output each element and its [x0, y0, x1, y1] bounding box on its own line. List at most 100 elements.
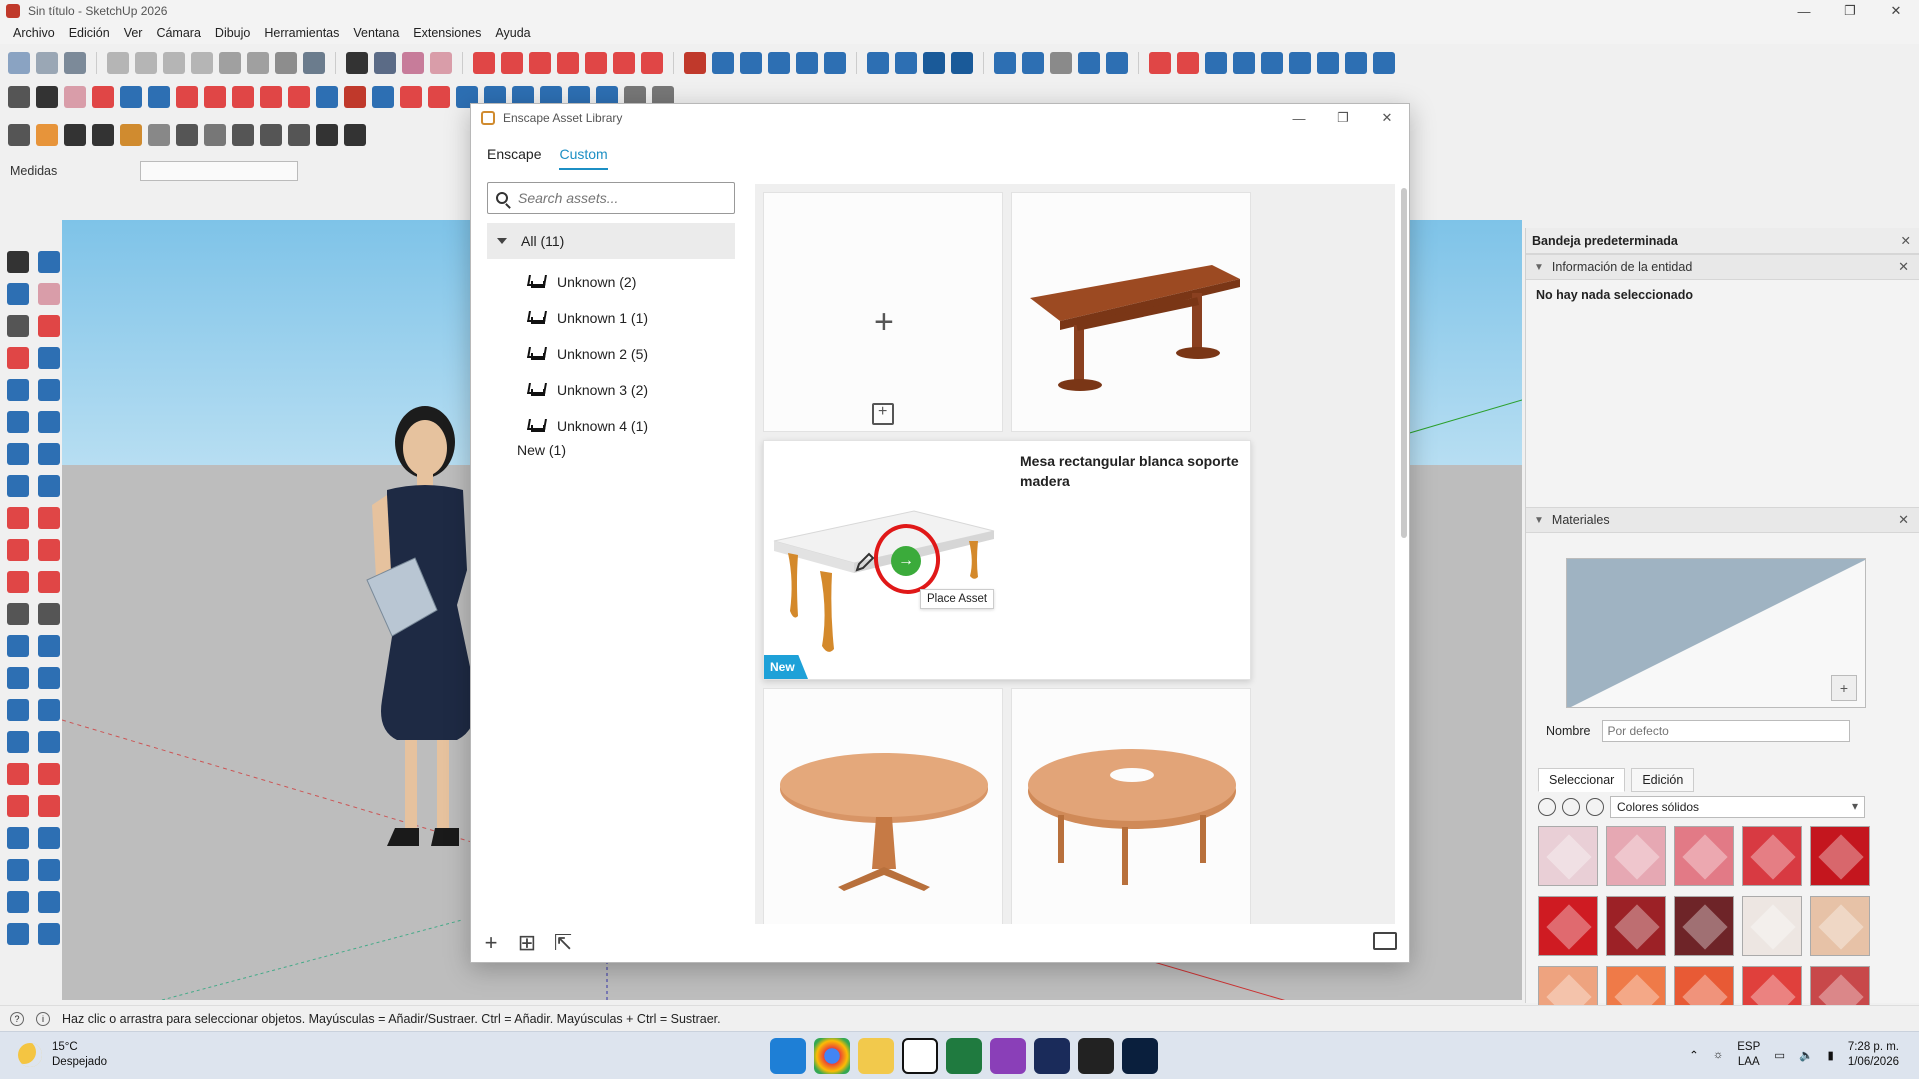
flip-icon[interactable]: [641, 52, 663, 74]
dialog-minimize-button[interactable]: —: [1277, 104, 1321, 132]
scrollbar-thumb[interactable]: [1401, 188, 1407, 538]
tool-arc[interactable]: [2, 438, 33, 470]
material-library-select[interactable]: Colores sólidos: [1610, 796, 1865, 818]
section-plane-icon[interactable]: [994, 52, 1016, 74]
tool-tag[interactable]: [33, 310, 64, 342]
tool-freehand[interactable]: [33, 342, 64, 374]
geo-location-icon[interactable]: ?: [10, 1011, 24, 1026]
chrome-icon[interactable]: [814, 1038, 850, 1074]
menu-herramientas[interactable]: Herramientas: [257, 26, 346, 40]
erase-icon[interactable]: [191, 52, 213, 74]
move-icon[interactable]: [473, 52, 495, 74]
zoom-icon[interactable]: [923, 52, 945, 74]
asset-card[interactable]: [1011, 192, 1251, 432]
3d-text-icon[interactable]: [824, 52, 846, 74]
tool-dimension[interactable]: [33, 598, 64, 630]
menu-edicion[interactable]: Edición: [62, 26, 117, 40]
spreadsheet-icon[interactable]: [946, 1038, 982, 1074]
eraser-tool-icon[interactable]: [64, 86, 86, 108]
scale-tool-icon[interactable]: [288, 86, 310, 108]
tool-circle[interactable]: [2, 406, 33, 438]
cloud-icon[interactable]: [204, 124, 226, 146]
enscape-settings-icon[interactable]: [120, 124, 142, 146]
collapse-triangle-icon[interactable]: [497, 238, 507, 244]
walk-tool-icon[interactable]: [428, 86, 450, 108]
protractor-icon[interactable]: [740, 52, 762, 74]
paint-bucket-icon[interactable]: [402, 52, 424, 74]
polygon-icon[interactable]: [1289, 52, 1311, 74]
open-file-icon[interactable]: [36, 52, 58, 74]
brightness-icon[interactable]: ☼: [1713, 1049, 1724, 1061]
section-fill-icon[interactable]: [1022, 52, 1044, 74]
extension-warehouse-icon[interactable]: [8, 124, 30, 146]
select-tool-icon[interactable]: [346, 52, 368, 74]
category-all[interactable]: All (11): [487, 223, 735, 259]
material-swatch[interactable]: [1742, 826, 1802, 886]
tool-offset[interactable]: [33, 566, 64, 598]
tool-3pt-arc[interactable]: [2, 470, 33, 502]
text-icon[interactable]: [768, 52, 790, 74]
zoom-extents-icon[interactable]: [951, 52, 973, 74]
in-model-icon[interactable]: [1562, 798, 1580, 816]
battery-icon[interactable]: ▮: [1827, 1048, 1833, 1062]
add-icon[interactable]: [92, 124, 114, 146]
material-swatch[interactable]: [1538, 896, 1598, 956]
tool-follow[interactable]: [33, 534, 64, 566]
settings-gear-icon[interactable]: [232, 124, 254, 146]
rotate-icon[interactable]: [529, 52, 551, 74]
tool-eraser[interactable]: [33, 278, 64, 310]
close-icon[interactable]: ✕: [1898, 259, 1909, 275]
add-from-model-icon[interactable]: [872, 403, 894, 425]
tool-2pt-arc[interactable]: [33, 438, 64, 470]
close-icon[interactable]: ✕: [1898, 512, 1909, 528]
tool-section-cut[interactable]: [33, 758, 64, 790]
category-item[interactable]: Unknown (2): [527, 264, 648, 300]
category-item[interactable]: Unknown 1 (1): [527, 300, 648, 336]
tool-pie[interactable]: [33, 470, 64, 502]
weather-widget[interactable]: 15°C Despejado: [18, 1040, 107, 1070]
tray-close-icon[interactable]: ✕: [1901, 233, 1911, 248]
place-asset-button[interactable]: →: [891, 546, 921, 576]
navigate-back-icon[interactable]: [1538, 798, 1556, 816]
tool-line[interactable]: [2, 342, 33, 374]
model-info-icon[interactable]: [303, 52, 325, 74]
styles-icon[interactable]: [1106, 52, 1128, 74]
add-from-model-icon[interactable]: ⊞: [515, 930, 539, 955]
menu-extensiones[interactable]: Extensiones: [406, 26, 488, 40]
plus-icon[interactable]: +: [874, 303, 894, 342]
material-swatch[interactable]: [1810, 826, 1870, 886]
asset-card[interactable]: [763, 688, 1003, 924]
menu-camara[interactable]: Cámara: [149, 26, 207, 40]
tape-measure-icon[interactable]: [684, 52, 706, 74]
window-icon[interactable]: [260, 124, 282, 146]
material-swatch[interactable]: [1674, 826, 1734, 886]
asset-grid-scrollbar[interactable]: [1399, 184, 1407, 924]
copy-icon[interactable]: [135, 52, 157, 74]
arc-tool-icon[interactable]: [120, 86, 142, 108]
tool-scale[interactable]: [2, 566, 33, 598]
language-indicator[interactable]: ESP LAA: [1737, 1040, 1760, 1070]
search-input[interactable]: [518, 190, 718, 206]
scale-icon[interactable]: [585, 52, 607, 74]
tab-enscape[interactable]: Enscape: [487, 146, 541, 170]
dimension-icon[interactable]: [712, 52, 734, 74]
tool-tape[interactable]: [2, 598, 33, 630]
push-pull-icon[interactable]: [501, 52, 523, 74]
offset-tool-icon[interactable]: [316, 86, 338, 108]
category-item[interactable]: Unknown 3 (2): [527, 372, 648, 408]
file-explorer-icon[interactable]: [858, 1038, 894, 1074]
follow-me-icon[interactable]: [557, 52, 579, 74]
menu-dibujo[interactable]: Dibujo: [208, 26, 257, 40]
close-button[interactable]: ✕: [1873, 0, 1919, 22]
material-swatch[interactable]: [1538, 826, 1598, 886]
network-icon[interactable]: ▭: [1774, 1048, 1785, 1062]
notion-icon[interactable]: [902, 1038, 938, 1074]
tool-move[interactable]: [2, 502, 33, 534]
tool-shadows[interactable]: [33, 886, 64, 918]
windows-start-icon[interactable]: [770, 1038, 806, 1074]
info-icon[interactable]: i: [36, 1011, 50, 1026]
menu-ventana[interactable]: Ventana: [346, 26, 406, 40]
tags-icon[interactable]: [1078, 52, 1100, 74]
tool-rotated-rect[interactable]: [33, 374, 64, 406]
material-name-field[interactable]: [1602, 720, 1851, 742]
